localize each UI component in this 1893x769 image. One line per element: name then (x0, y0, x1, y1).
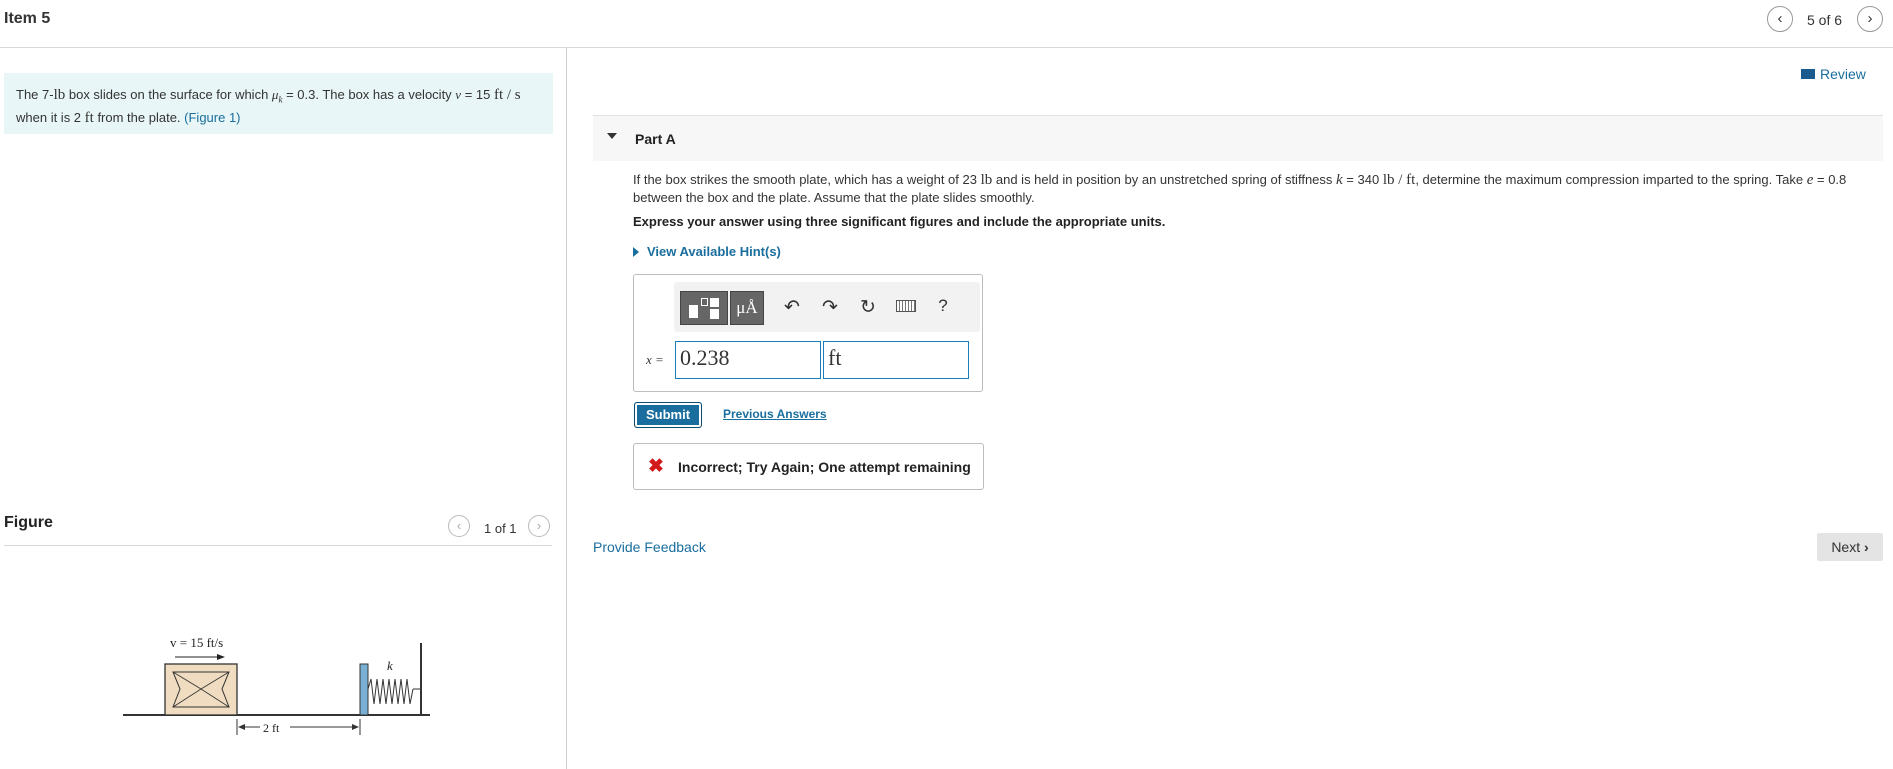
velocity-arrowhead (217, 654, 225, 660)
figure-link[interactable]: (Figure 1) (184, 110, 240, 125)
units-button[interactable]: μÅ (730, 291, 764, 325)
feedback-text: Incorrect; Try Again; One attempt remain… (678, 459, 971, 475)
item-pager: 5 of 6 (1807, 12, 1843, 28)
reset-icon[interactable]: ↻ (855, 296, 881, 319)
next-item-button[interactable]: › (1857, 6, 1883, 32)
next-button[interactable]: Next › (1817, 533, 1883, 561)
chevron-right-icon: › (1867, 10, 1873, 27)
left-panel: The 7-lb box slides on the surface for w… (0, 48, 567, 769)
submit-button[interactable]: Submit (634, 402, 702, 428)
view-hints-link[interactable]: View Available Hint(s) (633, 244, 781, 259)
error-x-icon: ✖ (648, 456, 664, 477)
math-toolbar: μÅ ↶ ↷ ↻ ? (674, 282, 980, 332)
redo-icon[interactable]: ↷ (817, 296, 843, 319)
spring-label: k (387, 658, 393, 673)
collapse-triangle-icon[interactable] (607, 133, 617, 139)
problem-statement: The 7-lb box slides on the surface for w… (4, 73, 553, 134)
expand-triangle-icon (633, 247, 639, 257)
top-bar: Item 5 ‹ 5 of 6 › (0, 0, 1893, 48)
chevron-left-icon: ‹ (456, 518, 462, 533)
figure-prev-button[interactable]: ‹ (448, 515, 470, 537)
plate (359, 663, 369, 716)
help-icon[interactable]: ? (930, 296, 956, 316)
answer-box: μÅ ↶ ↷ ↻ ? x = 0.238 ft (633, 274, 983, 392)
figure-next-button[interactable]: › (528, 515, 550, 537)
undo-icon[interactable]: ↶ (779, 296, 805, 319)
divider (4, 545, 552, 546)
answer-variable: x = (646, 352, 664, 367)
keyboard-icon[interactable] (893, 300, 919, 312)
instructions: Express your answer using three signific… (633, 214, 1166, 229)
chevron-right-icon: › (536, 518, 542, 533)
figure-title: Figure (4, 514, 53, 531)
item-title: Item 5 (4, 10, 51, 27)
feedback-box: ✖ Incorrect; Try Again; One attempt rema… (633, 443, 984, 490)
chevron-right-icon: › (1864, 539, 1869, 555)
provide-feedback-link[interactable]: Provide Feedback (593, 539, 706, 555)
review-link[interactable]: Review (1801, 66, 1866, 82)
previous-answers-link[interactable]: Previous Answers (723, 407, 827, 421)
answer-value-input[interactable]: 0.238 (675, 341, 821, 379)
question-text: If the box strikes the smooth plate, whi… (633, 172, 1847, 205)
figure-pager: 1 of 1 (484, 521, 517, 536)
figure-diagram: v = 15 ft/s k 2 ft (123, 635, 430, 735)
velocity-label: v = 15 ft/s (170, 635, 223, 650)
part-a-title: Part A (635, 131, 676, 147)
templates-button[interactable] (680, 291, 728, 325)
previous-item-button[interactable]: ‹ (1767, 6, 1793, 32)
distance-label: 2 ft (263, 721, 280, 735)
answer-units-input[interactable]: ft (823, 341, 969, 379)
spring (367, 678, 414, 705)
part-a-header[interactable]: Part A (593, 115, 1883, 161)
book-icon (1801, 69, 1815, 79)
chevron-left-icon: ‹ (1777, 10, 1783, 27)
